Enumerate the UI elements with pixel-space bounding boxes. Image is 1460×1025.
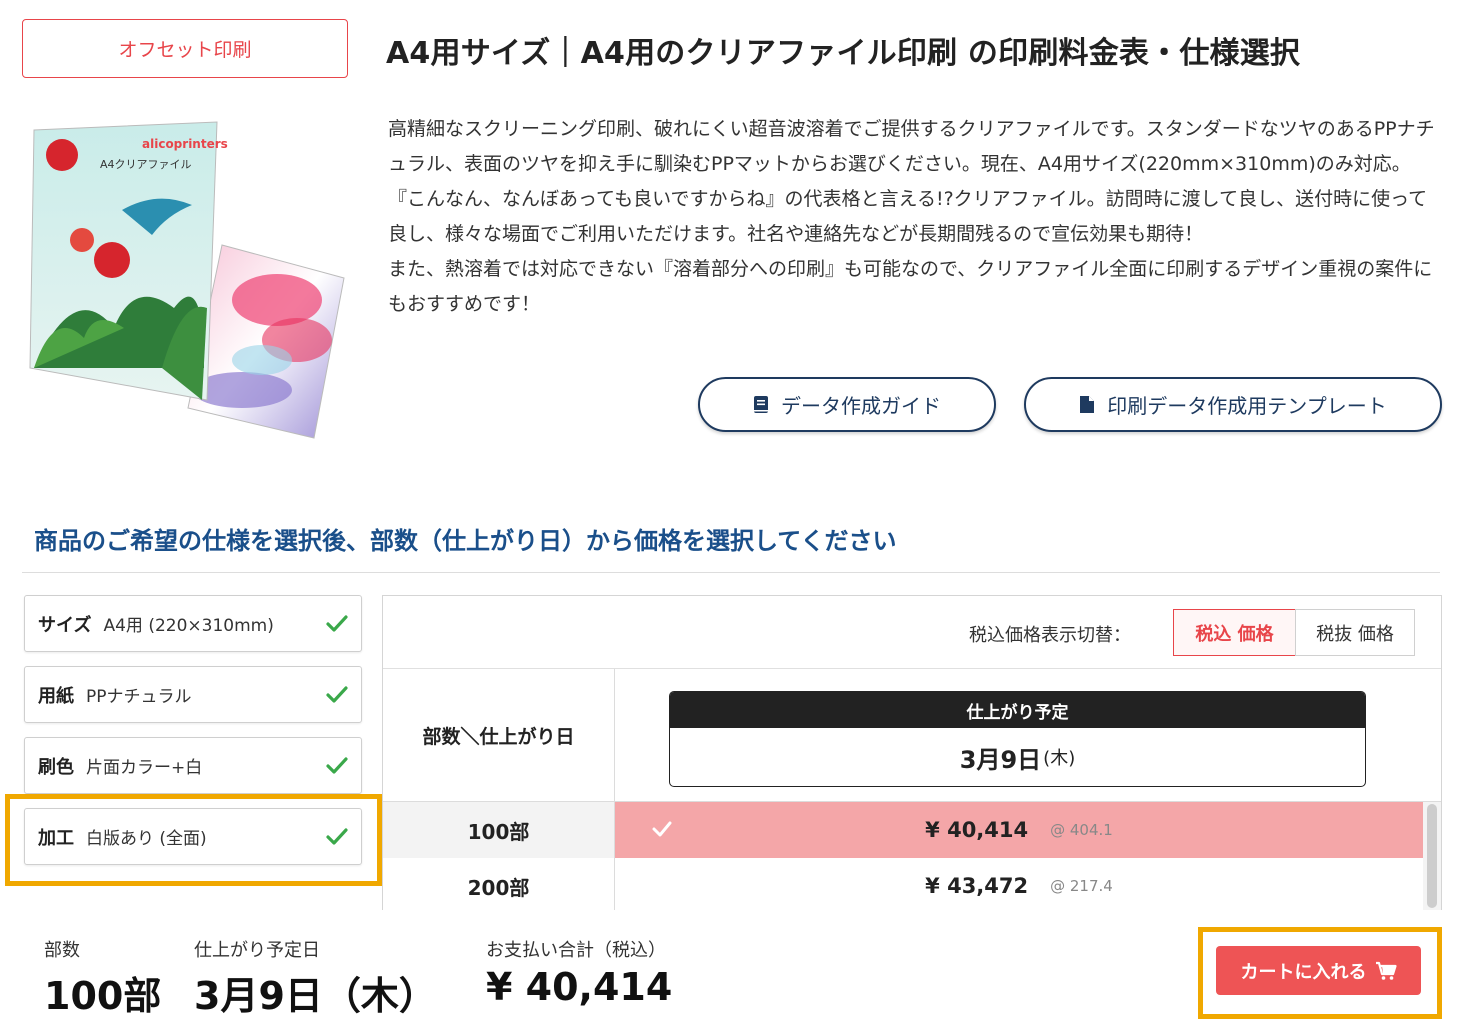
spec-label: 用紙: [38, 685, 74, 707]
summary-date-label: 仕上がり予定日: [194, 940, 320, 961]
checkmark-icon: [326, 685, 348, 703]
spec-value: 片面カラー+白: [86, 758, 203, 778]
unit-price: @ 404.1: [1050, 821, 1113, 839]
scrollbar-thumb[interactable]: [1427, 804, 1437, 908]
checkmark-icon: [652, 821, 672, 837]
data-guide-button[interactable]: データ作成ガイド: [698, 377, 996, 432]
spec-paper[interactable]: 用紙 PPナチュラル: [24, 666, 362, 723]
highlight-frame: [1198, 927, 1442, 1019]
table-row[interactable]: 100部 ¥ 40,414 @ 404.1: [383, 802, 1423, 858]
qty-cell: 200部: [383, 858, 615, 910]
data-guide-label: データ作成ガイド: [781, 394, 941, 418]
description-paragraph: 高精細なスクリーニング印刷、破れにくい超音波溶着でご提供するクリアファイルです。…: [388, 118, 1435, 175]
delivery-date-title: 仕上がり予定: [670, 692, 1365, 728]
qty-cell: 100部: [383, 802, 615, 858]
table-row[interactable]: 200部 ¥ 43,472 @ 217.4: [383, 858, 1423, 910]
book-icon: [754, 396, 768, 413]
spec-value: A4用 (220×310mm): [103, 616, 274, 636]
highlight-frame: [5, 794, 382, 886]
description-paragraph: また、熱溶着では対応できない『溶着部分への印刷』も可能なので、クリアファイル全面…: [388, 258, 1433, 315]
page-title: A4用サイズ｜A4用のクリアファイル印刷 の印刷料金表・仕様選択: [386, 36, 1301, 71]
price-value: ¥ 40,414: [925, 818, 1029, 842]
unit-price: @ 217.4: [1050, 877, 1113, 895]
template-label: 印刷データ作成用テンプレート: [1107, 394, 1387, 418]
date-weekday: (木): [1043, 748, 1076, 769]
product-description: 高精細なスクリーニング印刷、破れにくい超音波溶着でご提供するクリアファイルです。…: [388, 112, 1438, 322]
date-text: 3月9日: [959, 745, 1042, 774]
price-table-panel: 税込価格表示切替： 税込 価格 税抜 価格 部数＼仕上がり日 仕上がり予定 3月…: [382, 595, 1442, 910]
summary-total-label: お支払い合計（税込）: [486, 940, 666, 961]
delivery-date-value: 3月9日 (木): [670, 728, 1365, 786]
price-cell[interactable]: ¥ 43,472 @ 217.4: [615, 858, 1423, 910]
product-image: alicoprinters A4クリアファイル: [22, 100, 352, 445]
price-cell[interactable]: ¥ 40,414 @ 404.1: [615, 802, 1423, 858]
tax-toggle-row: 税込価格表示切替： 税込 価格 税抜 価格: [383, 596, 1441, 669]
spec-size[interactable]: サイズ A4用 (220×310mm): [24, 595, 362, 652]
divider: [22, 572, 1440, 573]
checkmark-icon: [326, 756, 348, 774]
summary-date-value: 3月9日（木）: [194, 974, 437, 1018]
tax-toggle-label: 税込価格表示切替：: [969, 625, 1131, 646]
spec-label: 刷色: [38, 756, 74, 778]
section-heading: 商品のご希望の仕様を選択後、部数（仕上がり日）から価格を選択してください: [34, 527, 897, 555]
offset-print-tab[interactable]: オフセット印刷: [22, 19, 348, 78]
price-value: ¥ 43,472: [925, 874, 1029, 898]
file-brand-text: alicoprinters: [142, 137, 228, 151]
qty-column-header: 部数＼仕上がり日: [383, 669, 615, 802]
spec-color[interactable]: 刷色 片面カラー+白: [24, 737, 362, 794]
checkmark-icon: [326, 614, 348, 632]
summary-qty-label: 部数: [44, 940, 80, 961]
delivery-date-header[interactable]: 仕上がり予定 3月9日 (木): [669, 691, 1366, 787]
tax-excluded-button[interactable]: 税抜 価格: [1295, 609, 1415, 656]
file-label-text: A4クリアファイル: [100, 158, 192, 171]
tax-included-button[interactable]: 税込 価格: [1173, 609, 1296, 656]
spec-label: サイズ: [38, 614, 92, 636]
summary-total-value: ¥ 40,414: [486, 965, 673, 1009]
file-icon: [1080, 396, 1095, 413]
table-header: 部数＼仕上がり日 仕上がり予定 3月9日 (木): [383, 669, 1441, 802]
table-scrollbar[interactable]: [1423, 802, 1441, 910]
template-button[interactable]: 印刷データ作成用テンプレート: [1024, 377, 1442, 432]
spec-value: PPナチュラル: [86, 687, 192, 707]
file-tropical-illustration: alicoprinters A4クリアファイル: [29, 121, 228, 401]
summary-qty-value: 100部: [44, 974, 162, 1018]
description-paragraph: 『こんなん、なんぼあっても良いですからね』の代表格と言える!?クリアファイル。訪…: [388, 188, 1428, 245]
